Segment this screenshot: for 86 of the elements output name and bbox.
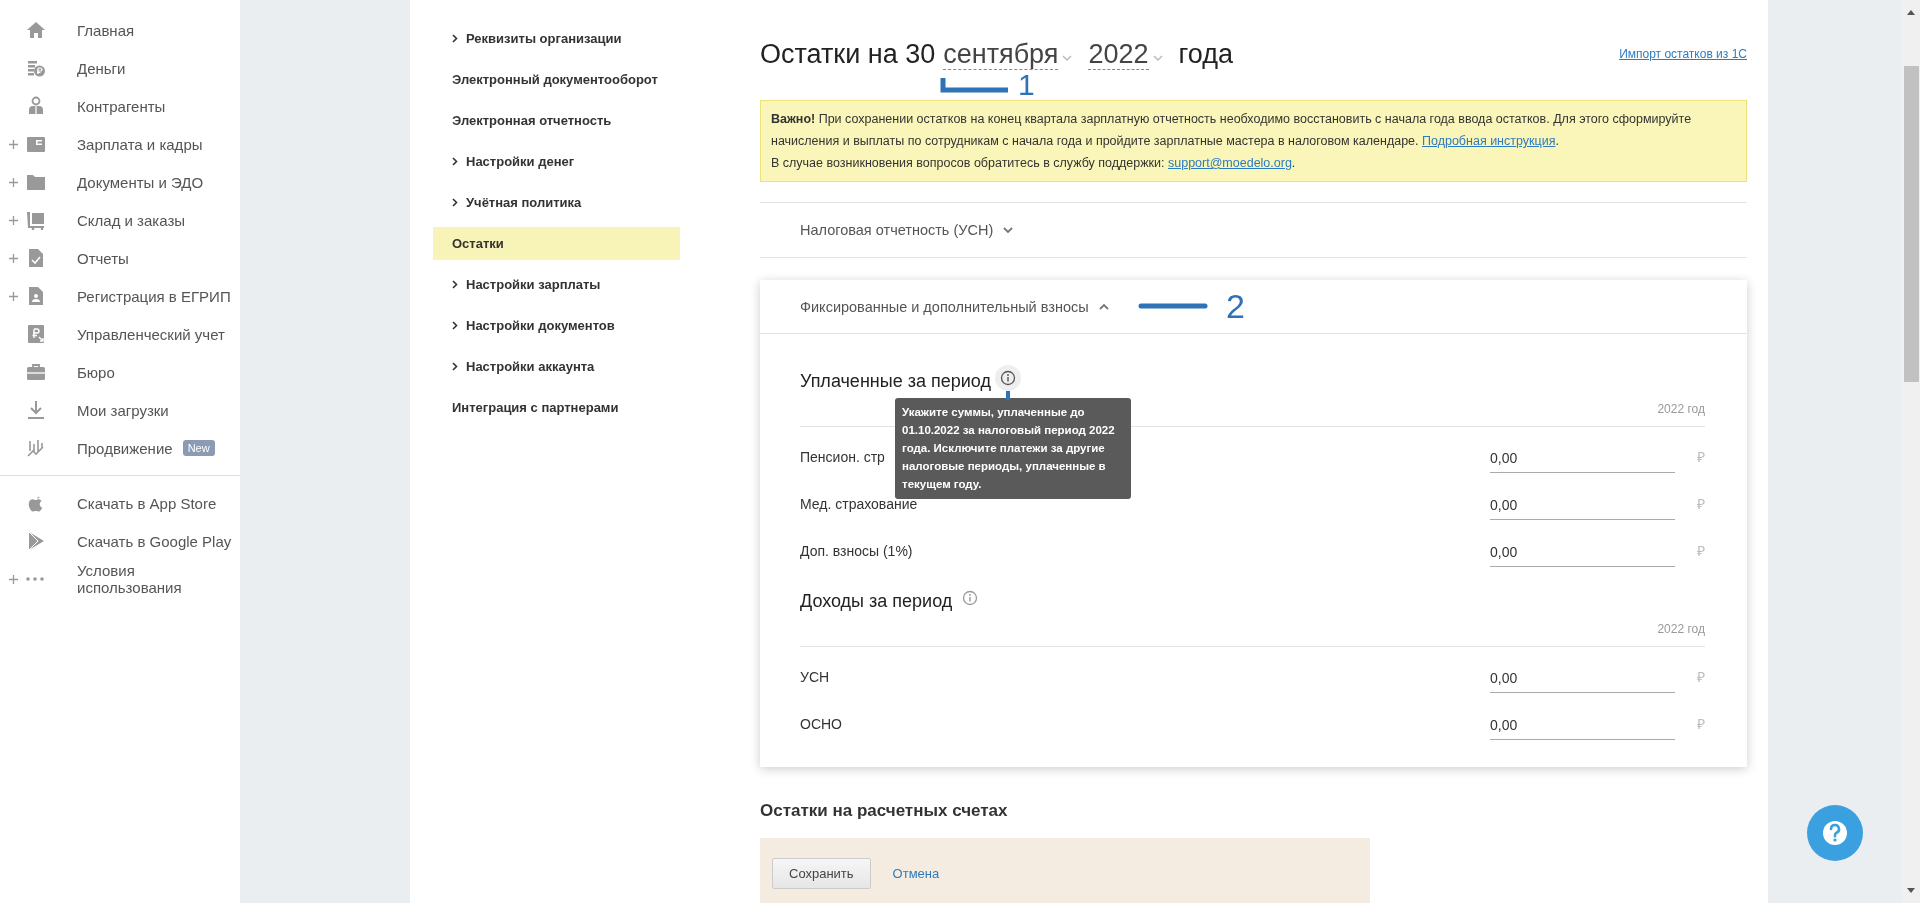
settings-menu-item[interactable]: Настройки аккаунта bbox=[433, 350, 680, 383]
info-icon[interactable] bbox=[994, 365, 1021, 391]
field-label: Доп. взносы (1%) bbox=[800, 542, 913, 559]
field-label: Пенсион. стр bbox=[800, 448, 885, 465]
section-title: Доходы за период bbox=[800, 590, 953, 612]
amount-field[interactable]: 0,00 bbox=[1490, 707, 1675, 740]
tooltip: Укажите суммы, уплаченные до 01.10.2022 за налоговый период 2022 года. Исключите платежи за другие налоговые периоды, уплаченные в текущем году. bbox=[895, 398, 1131, 499]
nav-link[interactable]: Документы и ЭДО bbox=[77, 173, 204, 191]
nav-link[interactable]: Склад и заказы bbox=[77, 211, 186, 229]
notice-link[interactable]: support@moedelo.org bbox=[1168, 156, 1292, 170]
nav-link[interactable]: Мои загрузки bbox=[77, 401, 169, 419]
briefcase-icon bbox=[26, 362, 46, 382]
settings-menu-item[interactable]: Учётная политика bbox=[433, 186, 680, 219]
chevron-down-icon[interactable] bbox=[1003, 226, 1014, 234]
nav-link[interactable]: Продвижение bbox=[77, 439, 173, 457]
ruble-document-icon bbox=[26, 324, 46, 344]
currency-sign: ₽ bbox=[1696, 668, 1705, 686]
settings-menu-item[interactable]: Настройки зарплаты bbox=[433, 268, 680, 301]
nav-link[interactable]: Скачать в App Store bbox=[77, 494, 217, 512]
settings-menu-item[interactable]: Интеграция с партнерами bbox=[433, 391, 680, 424]
new-badge: New bbox=[182, 440, 215, 456]
nav-link[interactable]: Контрагенты bbox=[77, 97, 166, 115]
import-link[interactable]: Импорт остатков из 1С bbox=[1619, 47, 1747, 61]
save-button[interactable]: Сохранить bbox=[772, 857, 871, 889]
settings-menu-item[interactable]: Настройки документов bbox=[433, 309, 680, 342]
plus-icon[interactable] bbox=[9, 216, 18, 225]
chart-icon bbox=[26, 438, 46, 458]
nav-link[interactable]: Главная bbox=[77, 21, 135, 39]
nav-link[interactable]: Условия использования bbox=[77, 562, 240, 596]
settings-menu-item[interactable]: Реквизиты организации bbox=[433, 22, 680, 55]
accordion-header[interactable]: Налоговая отчетность (УСН) bbox=[800, 222, 994, 238]
year-dropdown[interactable]: 2022 bbox=[1088, 38, 1149, 70]
notice-text: Важно! При сохранении остатков на конец квартала зарплатную отчетность необходимо восстановить с начала года ввода остатков. Для этого сформируйте начисления и выплаты по сотрудникам с начала года и пройдите зарплатные мастера в налоговом календаре. Подробная инструкция. bbox=[771, 111, 1693, 150]
download-icon bbox=[26, 400, 46, 420]
period-label: 2022 год bbox=[800, 618, 1705, 647]
currency-sign: ₽ bbox=[1696, 542, 1705, 560]
person-icon bbox=[26, 96, 46, 116]
plus-icon[interactable] bbox=[9, 178, 18, 187]
field-label: УСН bbox=[800, 668, 830, 685]
nav-link[interactable]: Скачать в Google Play bbox=[77, 532, 232, 550]
report-icon bbox=[26, 248, 46, 268]
field-label: ОСНО bbox=[800, 715, 842, 732]
settings-menu-item[interactable]: Настройки денег bbox=[433, 145, 680, 178]
chevron-down-icon[interactable] bbox=[1152, 54, 1163, 62]
document-person-icon bbox=[26, 286, 46, 306]
nav-link[interactable]: Отчеты bbox=[77, 249, 129, 267]
settings-menu-item[interactable]: Электронная отчетность bbox=[433, 104, 680, 137]
nav-link[interactable]: Деньги bbox=[77, 59, 126, 77]
currency-sign: ₽ bbox=[1696, 448, 1705, 466]
section-title: Остатки на расчетных счетах bbox=[760, 801, 1009, 821]
chevron-down-icon[interactable] bbox=[1062, 54, 1073, 62]
nav-link[interactable]: Зарплата и кадры bbox=[77, 135, 203, 153]
plus-icon[interactable] bbox=[9, 140, 18, 149]
amount-field[interactable]: 0,00 bbox=[1490, 487, 1675, 520]
amount-field[interactable]: 0,00 bbox=[1490, 660, 1675, 693]
page-title: года bbox=[1178, 38, 1233, 70]
nav-link[interactable]: Бюро bbox=[77, 363, 115, 381]
settings-menu-item[interactable]: Остатки bbox=[433, 227, 680, 260]
accordion-header[interactable]: Фиксированные и дополнительный взносы bbox=[800, 298, 1089, 315]
currency-sign: ₽ bbox=[1696, 495, 1705, 513]
plus-icon[interactable] bbox=[9, 292, 18, 301]
callout-line bbox=[1138, 303, 1208, 309]
folder-icon bbox=[26, 172, 46, 192]
month-dropdown[interactable]: сентября bbox=[943, 38, 1059, 70]
info-icon[interactable] bbox=[962, 590, 979, 606]
wallet-icon bbox=[26, 134, 46, 154]
amount-field[interactable]: 0,00 bbox=[1490, 534, 1675, 567]
callout-line bbox=[940, 78, 1010, 94]
page-title: Остатки на 30 bbox=[760, 38, 936, 70]
settings-menu-item[interactable]: Электронный документооборот bbox=[433, 63, 680, 96]
nav-link[interactable]: Регистрация в ЕГРИП bbox=[77, 287, 231, 305]
plus-icon[interactable] bbox=[9, 254, 18, 263]
help-button[interactable] bbox=[1807, 805, 1863, 861]
more-icon bbox=[26, 577, 44, 581]
play-icon bbox=[26, 531, 46, 551]
plus-icon[interactable] bbox=[9, 575, 18, 584]
nav-link[interactable]: Управленческий учет bbox=[77, 325, 225, 343]
amount-field[interactable]: 0,00 bbox=[1490, 440, 1675, 473]
coins-icon bbox=[26, 58, 46, 78]
cart-icon bbox=[26, 210, 46, 230]
cancel-link[interactable]: Отмена bbox=[892, 865, 940, 881]
currency-sign: ₽ bbox=[1696, 715, 1705, 733]
home-icon bbox=[26, 20, 46, 40]
notice-text: В случае возникновения вопросов обратитесь в службу поддержки: support@moedelo.org. bbox=[771, 155, 1297, 172]
section-title: Уплаченные за период bbox=[800, 370, 991, 392]
chevron-up-icon[interactable] bbox=[1098, 303, 1109, 310]
